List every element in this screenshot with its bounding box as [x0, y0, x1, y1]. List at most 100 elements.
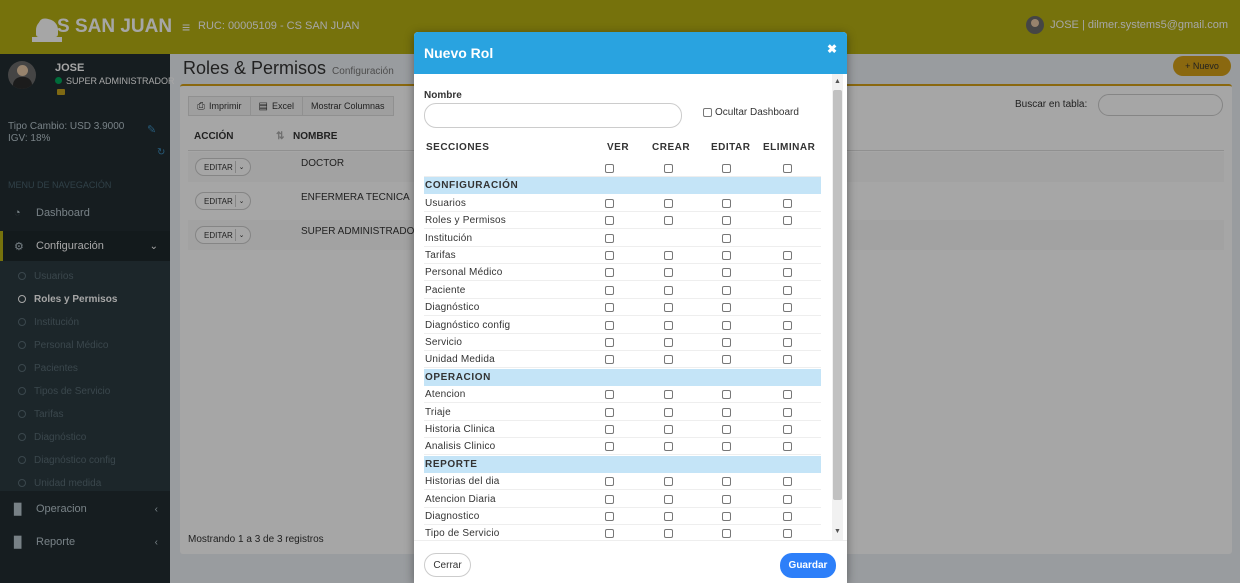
checkbox-editar[interactable]: [722, 494, 731, 504]
checkbox-ver[interactable]: [605, 407, 614, 417]
permission-row: Diagnóstico config: [424, 317, 821, 334]
checkbox-editar[interactable]: [722, 285, 731, 295]
close-button[interactable]: Cerrar: [424, 553, 471, 577]
permission-label: Servicio: [425, 337, 463, 348]
checkbox-eliminar[interactable]: [783, 303, 792, 313]
checkbox-ver[interactable]: [605, 233, 614, 243]
checkbox-editar[interactable]: [722, 512, 731, 521]
checkbox-editar[interactable]: [722, 268, 731, 278]
hide-dashboard-checkbox[interactable]: Ocultar Dashboard: [703, 107, 799, 118]
checkbox-eliminar[interactable]: [783, 164, 792, 173]
checkbox-ver[interactable]: [605, 477, 614, 487]
permission-row: Diagnostico: [424, 508, 821, 525]
modal-footer: Cerrar Guardar: [414, 540, 847, 583]
scroll-thumb[interactable]: [833, 90, 842, 500]
checkbox-eliminar[interactable]: [783, 390, 792, 400]
checkbox-ver[interactable]: [605, 529, 614, 539]
checkbox-eliminar[interactable]: [783, 512, 792, 521]
checkbox-crear[interactable]: [664, 164, 673, 173]
checkbox-eliminar[interactable]: [783, 338, 792, 347]
checkbox-eliminar[interactable]: [783, 198, 792, 208]
checkbox-crear[interactable]: [664, 494, 673, 504]
checkbox-ver[interactable]: [605, 512, 614, 521]
checkbox-crear[interactable]: [664, 512, 673, 521]
checkbox-crear[interactable]: [664, 338, 673, 347]
permission-label: Diagnóstico: [425, 302, 480, 314]
checkbox-crear[interactable]: [664, 390, 673, 400]
checkbox-editar[interactable]: [722, 338, 731, 347]
checkbox-crear[interactable]: [664, 355, 673, 365]
permission-label: Diagnóstico config: [425, 319, 511, 331]
checkbox-crear[interactable]: [664, 320, 673, 330]
checkbox-eliminar[interactable]: [783, 285, 792, 295]
checkbox-ver[interactable]: [605, 268, 614, 278]
checkbox-ver[interactable]: [605, 320, 614, 330]
checkbox-eliminar[interactable]: [783, 216, 792, 226]
permission-label: Roles y Permisos: [425, 215, 506, 227]
checkbox-icon[interactable]: [703, 108, 712, 117]
checkbox-editar[interactable]: [722, 442, 731, 452]
checkbox-ver[interactable]: [605, 285, 614, 295]
nombre-input[interactable]: [424, 103, 682, 128]
checkbox-crear[interactable]: [664, 529, 673, 539]
checkbox-eliminar[interactable]: [783, 251, 792, 260]
checkbox-crear[interactable]: [664, 198, 673, 208]
nombre-label: Nombre: [424, 90, 462, 101]
checkbox-eliminar[interactable]: [783, 320, 792, 330]
checkbox-crear[interactable]: [664, 251, 673, 260]
checkbox-eliminar[interactable]: [783, 268, 792, 278]
modal-body: Nombre Ocultar Dashboard SECCIONES VER C…: [414, 74, 847, 540]
permission-row: Atencion: [424, 386, 821, 404]
checkbox-ver[interactable]: [605, 338, 614, 347]
checkbox-editar[interactable]: [722, 529, 731, 539]
checkbox-editar[interactable]: [722, 233, 731, 243]
permission-row: Historias del dia: [424, 473, 821, 491]
checkbox-ver[interactable]: [605, 355, 614, 365]
checkbox-eliminar[interactable]: [783, 407, 792, 417]
checkbox-ver[interactable]: [605, 303, 614, 313]
checkbox-editar[interactable]: [722, 390, 731, 400]
checkbox-editar[interactable]: [722, 251, 731, 260]
permission-label: Personal Médico: [425, 267, 503, 279]
checkbox-crear[interactable]: [664, 216, 673, 226]
checkbox-ver[interactable]: [605, 390, 614, 400]
checkbox-editar[interactable]: [722, 477, 731, 487]
checkbox-crear[interactable]: [664, 285, 673, 295]
checkbox-eliminar[interactable]: [783, 355, 792, 365]
checkbox-eliminar[interactable]: [783, 494, 792, 504]
checkbox-crear[interactable]: [664, 268, 673, 278]
checkbox-crear[interactable]: [664, 303, 673, 313]
checkbox-eliminar[interactable]: [783, 529, 792, 539]
header-secciones: SECCIONES: [426, 142, 490, 153]
checkbox-ver[interactable]: [605, 164, 614, 173]
checkbox-ver[interactable]: [605, 494, 614, 504]
checkbox-editar[interactable]: [722, 320, 731, 330]
checkbox-crear[interactable]: [664, 425, 673, 434]
checkbox-eliminar[interactable]: [783, 477, 792, 487]
close-icon[interactable]: ✖: [827, 42, 837, 56]
modal-scrollbar[interactable]: ▲ ▼: [832, 74, 843, 540]
checkbox-ver[interactable]: [605, 216, 614, 226]
permission-row: [424, 160, 821, 177]
scroll-up-icon[interactable]: ▲: [832, 76, 843, 88]
permission-row: Paciente: [424, 282, 821, 299]
save-button[interactable]: Guardar: [780, 553, 836, 578]
checkbox-editar[interactable]: [722, 407, 731, 417]
checkbox-crear[interactable]: [664, 407, 673, 417]
checkbox-editar[interactable]: [722, 355, 731, 365]
modal-title: Nuevo Rol: [424, 45, 494, 61]
checkbox-ver[interactable]: [605, 442, 614, 452]
checkbox-editar[interactable]: [722, 303, 731, 313]
checkbox-ver[interactable]: [605, 251, 614, 260]
checkbox-ver[interactable]: [605, 425, 614, 434]
checkbox-crear[interactable]: [664, 442, 673, 452]
scroll-down-icon[interactable]: ▼: [832, 526, 843, 538]
checkbox-ver[interactable]: [605, 198, 614, 208]
checkbox-eliminar[interactable]: [783, 425, 792, 434]
checkbox-editar[interactable]: [722, 164, 731, 173]
checkbox-editar[interactable]: [722, 198, 731, 208]
checkbox-editar[interactable]: [722, 425, 731, 434]
checkbox-crear[interactable]: [664, 477, 673, 487]
checkbox-eliminar[interactable]: [783, 442, 792, 452]
checkbox-editar[interactable]: [722, 216, 731, 226]
